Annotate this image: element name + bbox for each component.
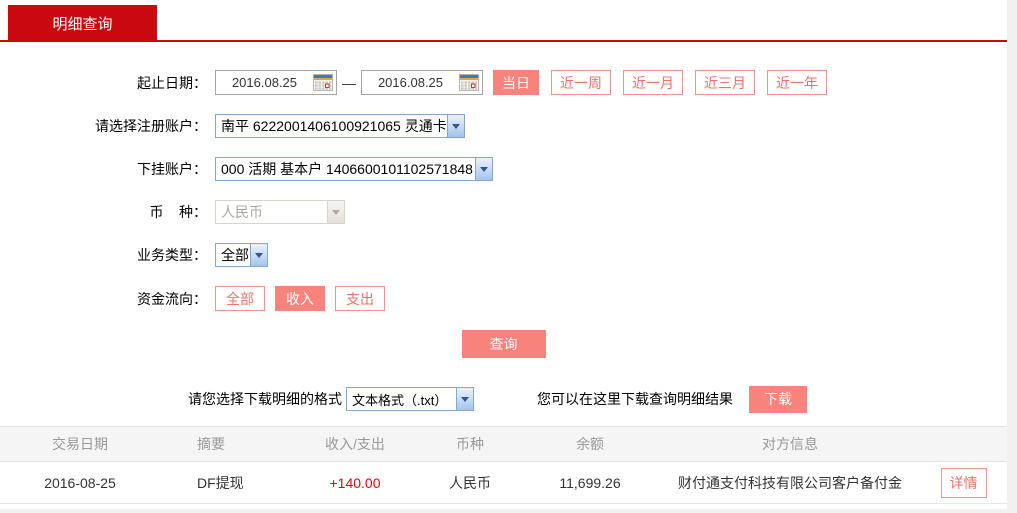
download-format-select[interactable]: 文本格式（.txt） [346, 387, 474, 411]
start-date-input[interactable]: 2016.08.25 [215, 70, 337, 95]
date-range-row: 起止日期： 2016.08.25 — 2016.08.25 当日 近一周 近一月… [0, 70, 1007, 95]
header-currency: 币种 [456, 436, 484, 452]
quick-range-today-button[interactable]: 当日 [493, 70, 539, 95]
header-balance: 余额 [576, 436, 604, 452]
quick-range-year-button[interactable]: 近一年 [767, 70, 827, 95]
query-button[interactable]: 查询 [461, 330, 546, 358]
download-hint: 您可以在这里下载查询明细结果 [537, 391, 733, 407]
chevron-down-icon[interactable] [250, 244, 267, 266]
date-separator: — [342, 74, 356, 91]
fund-direction-income-button[interactable]: 收入 [275, 286, 325, 311]
header-trade-date: 交易日期 [52, 436, 108, 452]
download-button[interactable]: 下载 [749, 385, 807, 413]
tab-label: 明细查询 [52, 16, 113, 33]
currency-select: 人民币 [215, 200, 345, 224]
date-range-label: 起止日期： [137, 74, 207, 91]
sub-account-value: 000 活期 基本户 1406600101102571848 [221, 161, 473, 177]
calendar-icon[interactable] [459, 74, 479, 91]
results-table: 交易日期 摘要 收入/支出 币种 余额 对方信息 2016-08-25 DF提现… [0, 426, 1007, 504]
quick-range-quarter-button[interactable]: 近三月 [695, 70, 755, 95]
table-header-row: 交易日期 摘要 收入/支出 币种 余额 对方信息 [0, 427, 1007, 462]
calendar-icon[interactable] [313, 74, 333, 91]
download-format-label: 请您选择下载明细的格式 [188, 391, 342, 407]
cell-summary: DF提现 [197, 474, 244, 491]
download-format-value: 文本格式（.txt） [352, 392, 448, 408]
cell-actions: 详情 [920, 467, 1007, 498]
currency-row: 币 种： 人民币 [0, 200, 1007, 224]
fund-direction-row: 资金流向： 全部 收入 支出 [0, 286, 1007, 311]
cell-trade-date: 2016-08-25 [44, 474, 116, 491]
fund-direction-label: 资金流向： [137, 290, 207, 307]
cell-balance: 11,699.26 [559, 474, 621, 491]
tab-detail-query[interactable]: 明细查询 [8, 5, 157, 42]
query-form: 起止日期： 2016.08.25 — 2016.08.25 当日 近一周 近一月… [0, 42, 1007, 358]
cell-currency: 人民币 [449, 474, 491, 491]
end-date-input[interactable]: 2016.08.25 [361, 70, 483, 95]
cell-counterparty: 财付通支付科技有限公司客户备付金 [678, 474, 902, 491]
download-section: 请您选择下载明细的格式 文本格式（.txt） 您可以在这里下载查询明细结果 下载 [0, 385, 1007, 413]
quick-range-month-button[interactable]: 近一月 [623, 70, 683, 95]
detail-query-page: 明细查询 起止日期： 2016.08.25 — 2016.08.25 当日 近一… [0, 0, 1007, 509]
sub-account-select[interactable]: 000 活期 基本户 1406600101102571848 [215, 157, 493, 181]
registered-account-label: 请选择注册账户： [95, 118, 207, 134]
fund-direction-expense-button[interactable]: 支出 [335, 286, 385, 311]
cell-amount: +140.00 [329, 474, 381, 491]
business-type-label: 业务类型： [137, 247, 207, 263]
table-row: 2016-08-25 DF提现 +140.00 人民币 11,699.26 财付… [0, 462, 1007, 504]
business-type-value: 全部 [221, 247, 249, 263]
header-summary: 摘要 [197, 436, 225, 452]
registered-account-select[interactable]: 南平 6222001406100921065 灵通卡 [215, 114, 465, 138]
chevron-down-icon[interactable] [475, 158, 492, 180]
chevron-down-icon[interactable] [456, 388, 473, 410]
fund-direction-all-button[interactable]: 全部 [215, 286, 265, 311]
chevron-down-icon [327, 201, 344, 223]
registered-account-value: 南平 6222001406100921065 灵通卡 [221, 118, 447, 134]
end-date-value: 2016.08.25 [377, 75, 444, 90]
header-income-expense: 收入/支出 [325, 436, 385, 452]
quick-range-week-button[interactable]: 近一周 [551, 70, 611, 95]
business-type-row: 业务类型： 全部 [0, 243, 1007, 267]
query-row: 查询 [0, 330, 1007, 358]
start-date-value: 2016.08.25 [231, 75, 298, 90]
header-counterparty: 对方信息 [762, 436, 818, 452]
currency-value: 人民币 [221, 204, 263, 220]
business-type-select[interactable]: 全部 [215, 243, 268, 267]
currency-label: 币 种： [149, 204, 207, 220]
detail-button[interactable]: 详情 [940, 467, 987, 498]
sub-account-row: 下挂账户： 000 活期 基本户 1406600101102571848 [0, 157, 1007, 181]
registered-account-row: 请选择注册账户： 南平 6222001406100921065 灵通卡 [0, 114, 1007, 138]
chevron-down-icon[interactable] [447, 115, 464, 137]
sub-account-label: 下挂账户： [137, 161, 207, 177]
tab-bar: 明细查询 [0, 0, 1007, 42]
